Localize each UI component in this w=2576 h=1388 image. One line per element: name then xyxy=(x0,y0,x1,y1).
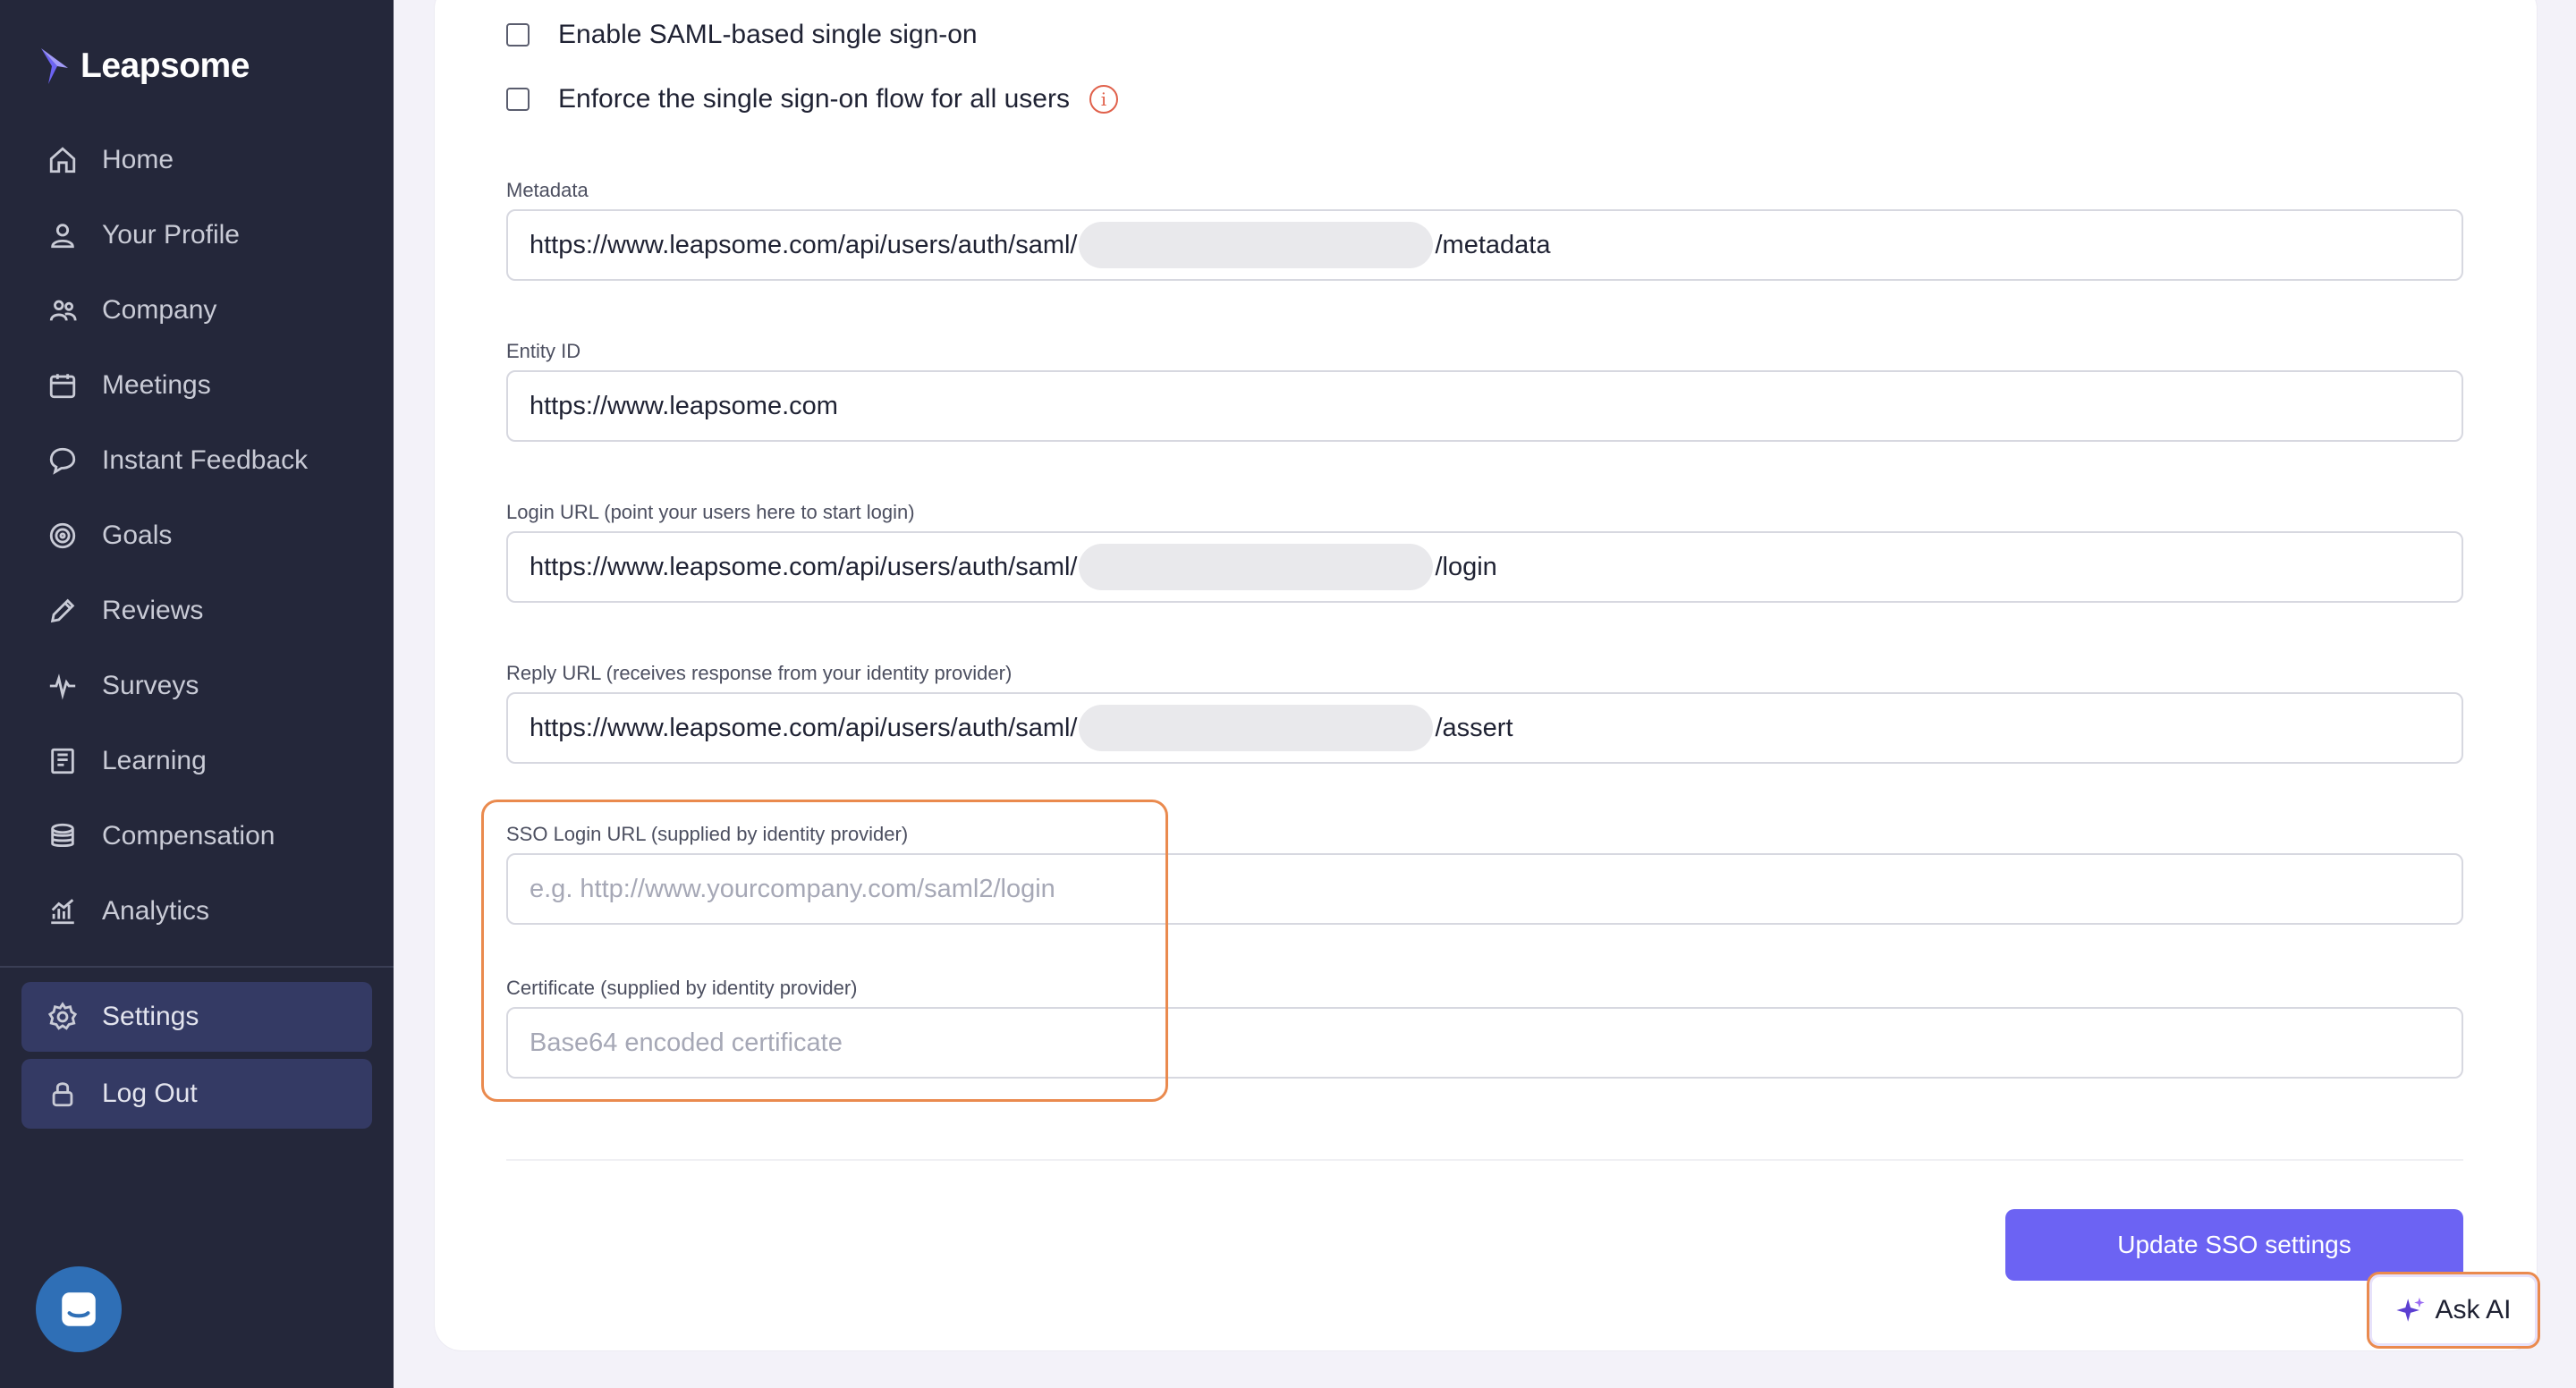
certificate-placeholder: Base64 encoded certificate xyxy=(530,1028,843,1057)
redacted-id xyxy=(1079,222,1434,268)
reply-url-field[interactable]: https://www.leapsome.com/api/users/auth/… xyxy=(506,692,2463,764)
coins-icon xyxy=(47,820,79,852)
certificate-input[interactable]: Base64 encoded certificate xyxy=(506,1007,2463,1079)
sidebar-item-meetings[interactable]: Meetings xyxy=(21,351,372,420)
enable-saml-row: Enable SAML-based single sign-on xyxy=(506,20,978,50)
metadata-value-suffix: /metadata xyxy=(1435,230,1551,259)
entity-id-value: https://www.leapsome.com xyxy=(530,391,838,420)
home-icon xyxy=(47,144,79,176)
ask-ai-label: Ask AI xyxy=(2435,1295,2512,1325)
leapsome-logo-icon xyxy=(41,48,68,84)
sidebar-item-goals[interactable]: Goals xyxy=(21,501,372,571)
enforce-sso-checkbox[interactable] xyxy=(506,88,530,111)
update-sso-settings-button[interactable]: Update SSO settings xyxy=(2005,1209,2463,1281)
sidebar-item-label: Compensation xyxy=(102,821,275,851)
sidebar-item-label: Surveys xyxy=(102,671,199,700)
calendar-icon xyxy=(47,369,79,402)
ask-ai-button[interactable]: Ask AI xyxy=(2367,1272,2540,1349)
sidebar-item-compensation[interactable]: Compensation xyxy=(21,801,372,871)
enforce-sso-label: Enforce the single sign-on flow for all … xyxy=(558,84,1070,114)
sidebar-item-label: Instant Feedback xyxy=(102,445,309,475)
sidebar-item-company[interactable]: Company xyxy=(21,275,372,345)
enforce-sso-row: Enforce the single sign-on flow for all … xyxy=(506,84,1118,114)
brand-name: Leapsome xyxy=(80,47,250,85)
sidebar-item-learning[interactable]: Learning xyxy=(21,726,372,796)
metadata-field[interactable]: https://www.leapsome.com/api/users/auth/… xyxy=(506,209,2463,281)
reply-url-label: Reply URL (receives response from your i… xyxy=(506,662,1013,684)
sidebar-item-label: Your Profile xyxy=(102,220,240,250)
analytics-icon xyxy=(47,895,79,927)
sidebar-item-label: Reviews xyxy=(102,596,204,625)
metadata-value-prefix: https://www.leapsome.com/api/users/auth/… xyxy=(530,230,1078,259)
pencil-icon xyxy=(47,595,79,627)
chat-icon xyxy=(47,444,79,477)
login-url-value-suffix: /login xyxy=(1435,552,1497,581)
users-icon xyxy=(47,294,79,326)
brand-logo[interactable]: Leapsome xyxy=(38,39,250,93)
login-url-field[interactable]: https://www.leapsome.com/api/users/auth/… xyxy=(506,531,2463,603)
enable-saml-label: Enable SAML-based single sign-on xyxy=(558,20,978,49)
sidebar: Leapsome Home Your Profile Company Meeti… xyxy=(0,0,394,1388)
sidebar-divider xyxy=(0,966,394,968)
info-icon[interactable]: i xyxy=(1089,85,1118,114)
pulse-icon xyxy=(47,670,79,702)
sso-login-url-input[interactable]: e.g. http://www.yourcompany.com/saml2/lo… xyxy=(506,853,2463,925)
sso-login-url-placeholder: e.g. http://www.yourcompany.com/saml2/lo… xyxy=(530,874,1055,903)
sidebar-item-your-profile[interactable]: Your Profile xyxy=(21,200,372,270)
chat-widget-icon xyxy=(62,1292,96,1326)
sidebar-item-label: Log Out xyxy=(102,1079,198,1108)
sidebar-item-home[interactable]: Home xyxy=(21,125,372,195)
certificate-label: Certificate (supplied by identity provid… xyxy=(506,977,858,999)
sidebar-nav: Home Your Profile Company Meetings Insta… xyxy=(21,125,372,952)
sidebar-item-label: Goals xyxy=(102,520,173,550)
metadata-label: Metadata xyxy=(506,179,589,201)
lock-icon xyxy=(47,1078,79,1110)
sidebar-item-surveys[interactable]: Surveys xyxy=(21,651,372,721)
sidebar-item-label: Company xyxy=(102,295,217,325)
sidebar-item-log-out[interactable]: Log Out xyxy=(21,1059,372,1129)
sidebar-item-analytics[interactable]: Analytics xyxy=(21,876,372,946)
sidebar-item-reviews[interactable]: Reviews xyxy=(21,576,372,646)
reply-url-value-suffix: /assert xyxy=(1435,713,1513,742)
sidebar-item-instant-feedback[interactable]: Instant Feedback xyxy=(21,426,372,495)
redacted-id xyxy=(1079,705,1434,751)
book-icon xyxy=(47,745,79,777)
enable-saml-checkbox[interactable] xyxy=(506,23,530,47)
entity-id-label: Entity ID xyxy=(506,340,581,362)
sidebar-item-label: Analytics xyxy=(102,896,210,926)
support-chat-button[interactable] xyxy=(36,1266,122,1352)
target-icon xyxy=(47,520,79,552)
sso-login-url-label: SSO Login URL (supplied by identity prov… xyxy=(506,823,909,845)
sidebar-item-label: Meetings xyxy=(102,370,211,400)
reply-url-value-prefix: https://www.leapsome.com/api/users/auth/… xyxy=(530,713,1078,742)
login-url-value-prefix: https://www.leapsome.com/api/users/auth/… xyxy=(530,552,1078,581)
sidebar-item-label: Learning xyxy=(102,746,207,775)
login-url-label: Login URL (point your users here to star… xyxy=(506,501,915,523)
sidebar-item-label: Home xyxy=(102,145,174,174)
sidebar-bottom-nav: Settings Log Out xyxy=(21,982,372,1136)
redacted-id xyxy=(1079,544,1434,590)
sidebar-item-label: Settings xyxy=(102,1002,199,1031)
sidebar-item-settings[interactable]: Settings xyxy=(21,982,372,1052)
sparkle-icon xyxy=(2396,1297,2426,1322)
user-icon xyxy=(47,219,79,251)
gear-icon xyxy=(47,1001,79,1033)
entity-id-field[interactable]: https://www.leapsome.com xyxy=(506,370,2463,442)
form-divider xyxy=(506,1159,2463,1161)
